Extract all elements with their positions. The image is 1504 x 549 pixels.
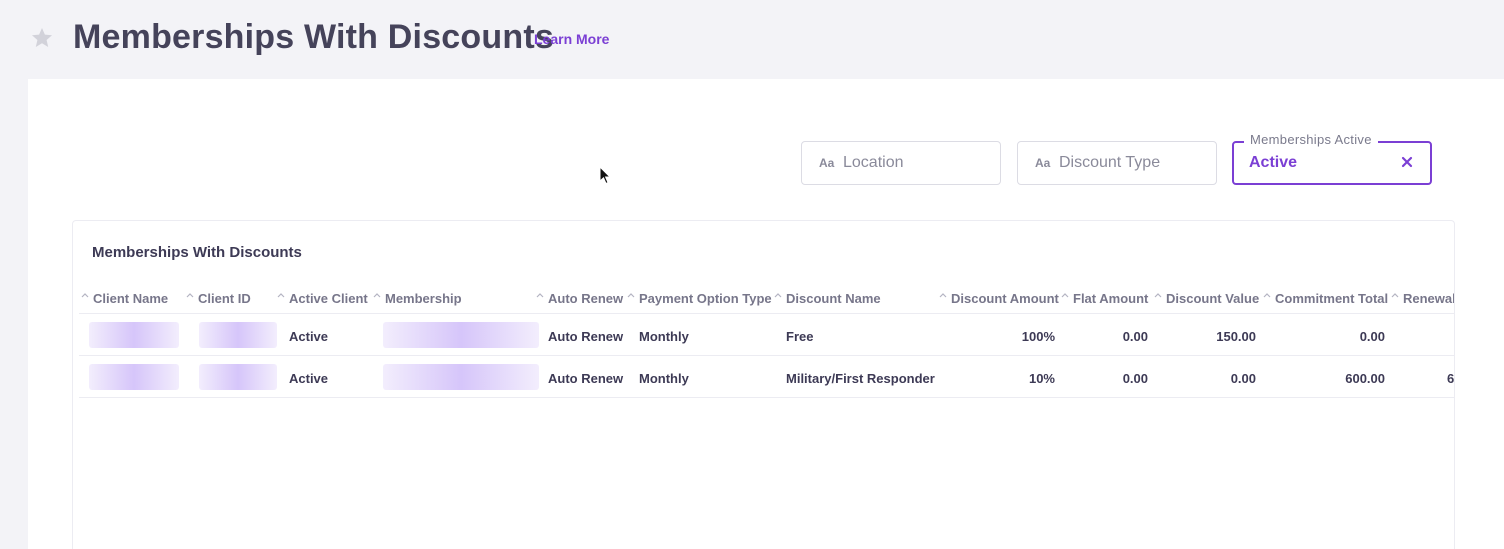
page-title: Memberships With Discounts — [73, 18, 554, 56]
cell-active-client: Active — [289, 371, 329, 386]
redacted-client-id — [199, 364, 277, 390]
cell-commitment-total: 0.00 — [1359, 329, 1385, 344]
cell-payment-option-type: Monthly — [639, 329, 689, 344]
cell-discount-name: Free — [786, 329, 814, 344]
cell-flat-amount: 0.00 — [1122, 329, 1148, 344]
redacted-membership — [383, 322, 539, 348]
column-header-commitment-total[interactable]: Commitment Total — [1275, 291, 1388, 306]
cell-discount-value: 150.00 — [1216, 329, 1256, 344]
column-header-flat-amount[interactable]: Flat Amount — [1073, 291, 1148, 306]
cell-auto-renew: Auto Renew — [548, 371, 624, 386]
cell-renewal: 6 — [1447, 371, 1455, 386]
text-filter-icon: Aa — [819, 156, 835, 170]
cell-discount-amount: 100% — [1021, 329, 1055, 344]
sort-icon[interactable] — [939, 291, 947, 299]
learn-more-link[interactable]: Learn More — [534, 31, 609, 47]
sort-icon[interactable] — [1263, 291, 1271, 299]
page-header: Memberships With Discounts Learn More — [0, 0, 1504, 79]
main-panel: Aa Location Aa Discount Type Memberships… — [28, 79, 1504, 549]
redacted-client-name — [89, 322, 179, 348]
sort-icon[interactable] — [1154, 291, 1162, 299]
sort-icon[interactable] — [1391, 291, 1399, 299]
card-title: Memberships With Discounts — [92, 244, 302, 261]
redacted-membership — [383, 364, 539, 390]
header-divider — [79, 313, 1454, 314]
row-divider — [79, 355, 1454, 356]
report-card: Memberships With Discounts Client Name C… — [72, 220, 1455, 549]
sort-icon[interactable] — [627, 291, 635, 299]
sort-icon[interactable] — [186, 291, 194, 299]
discount-type-filter[interactable]: Aa Discount Type — [1017, 141, 1217, 185]
memberships-active-filter-value: Active — [1249, 154, 1298, 171]
sort-icon[interactable] — [277, 291, 285, 299]
location-filter-placeholder: Location — [843, 154, 904, 171]
memberships-active-filter-label: Memberships Active — [1244, 132, 1378, 147]
row-divider — [79, 397, 1454, 398]
sort-icon[interactable] — [536, 291, 544, 299]
cell-auto-renew: Auto Renew — [548, 329, 624, 344]
cell-discount-amount: 10% — [1028, 371, 1055, 386]
star-icon[interactable] — [30, 26, 54, 50]
memberships-active-filter[interactable]: Memberships Active Active — [1232, 132, 1432, 185]
cell-payment-option-type: Monthly — [639, 371, 689, 386]
column-header-client-id[interactable]: Client ID — [198, 291, 251, 306]
redacted-client-id — [199, 322, 277, 348]
column-header-renewal[interactable]: Renewal — [1403, 291, 1454, 306]
redacted-client-name — [89, 364, 179, 390]
cell-discount-name: Military/First Responder — [786, 371, 935, 386]
column-header-active-client[interactable]: Active Client — [289, 291, 368, 306]
column-header-client-name[interactable]: Client Name — [93, 291, 168, 306]
cell-discount-value: 0.00 — [1230, 371, 1256, 386]
discount-type-filter-placeholder: Discount Type — [1059, 154, 1161, 171]
column-header-discount-value[interactable]: Discount Value — [1166, 291, 1259, 306]
text-filter-icon: Aa — [1035, 156, 1051, 170]
location-filter[interactable]: Aa Location — [801, 141, 1001, 185]
sort-icon[interactable] — [81, 291, 89, 299]
sort-icon[interactable] — [1061, 291, 1069, 299]
mouse-cursor-icon — [599, 166, 612, 185]
clear-filter-icon[interactable] — [1400, 155, 1414, 169]
column-header-discount-amount[interactable]: Discount Amount — [951, 291, 1059, 306]
column-header-auto-renew[interactable]: Auto Renew — [548, 291, 623, 306]
cell-active-client: Active — [289, 329, 329, 344]
cell-flat-amount: 0.00 — [1122, 371, 1148, 386]
column-header-discount-name[interactable]: Discount Name — [786, 291, 881, 306]
sort-icon[interactable] — [774, 291, 782, 299]
column-header-membership[interactable]: Membership — [385, 291, 462, 306]
cell-commitment-total: 600.00 — [1345, 371, 1385, 386]
column-header-payment-option-type[interactable]: Payment Option Type — [639, 291, 772, 306]
sort-icon[interactable] — [373, 291, 381, 299]
